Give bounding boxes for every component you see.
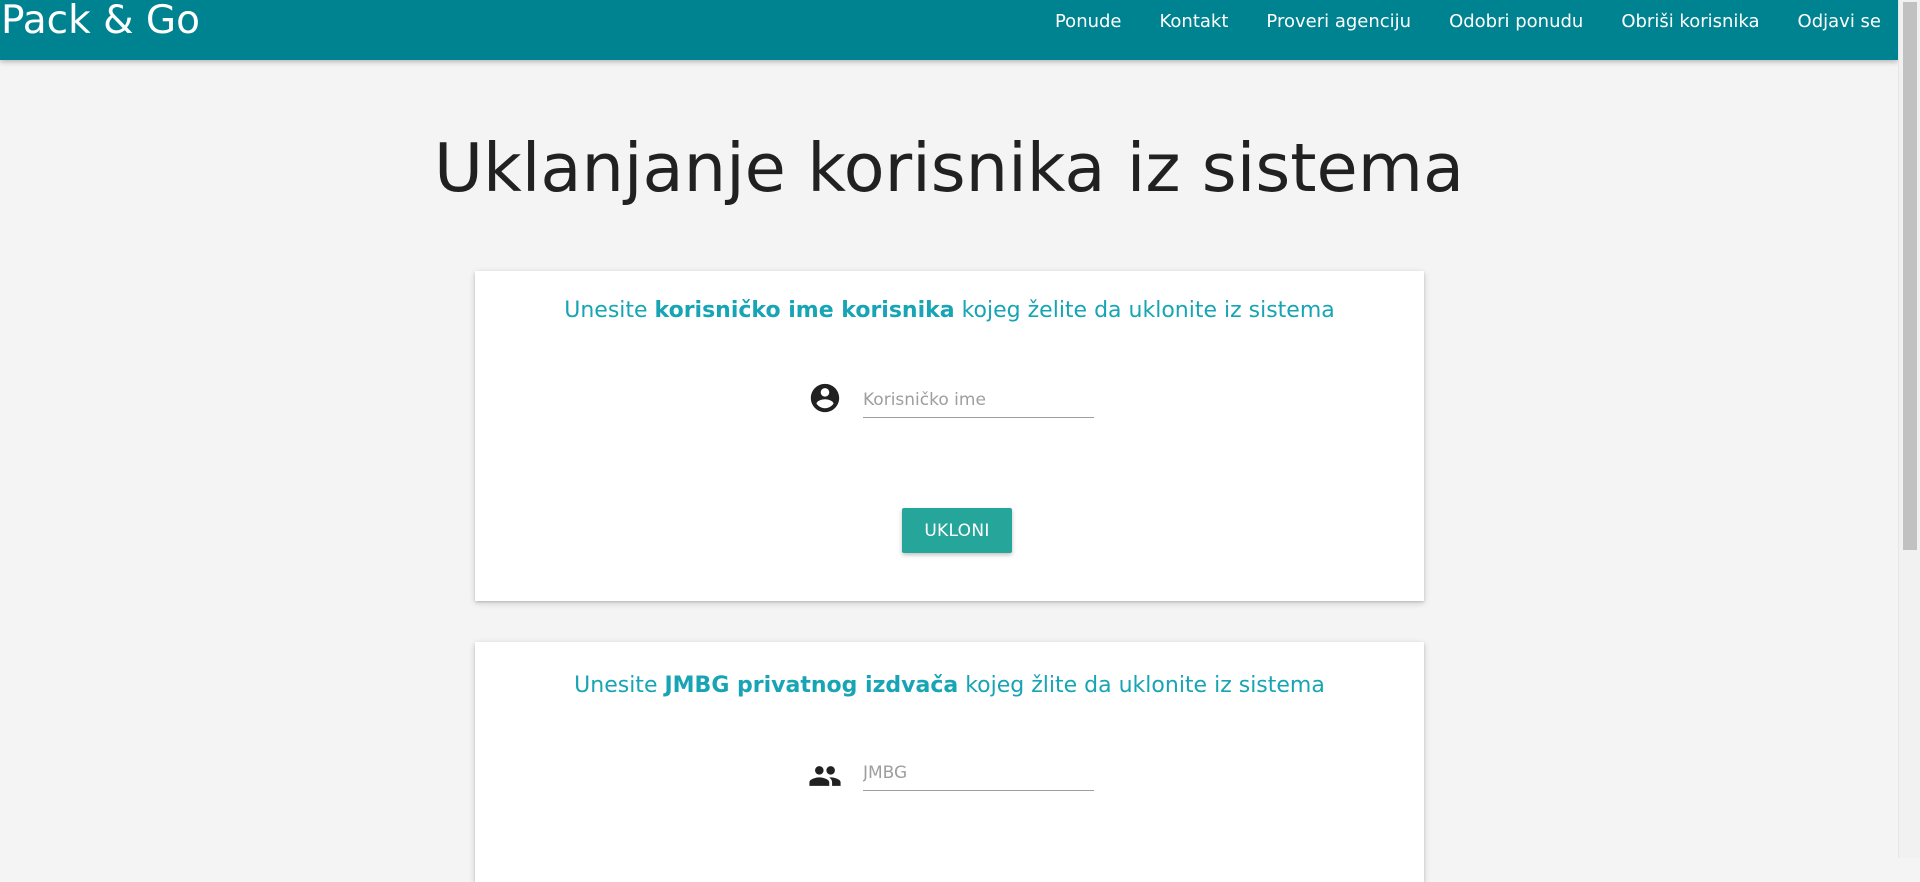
nav-link-ponude[interactable]: Ponude xyxy=(1055,10,1122,34)
jmbg-field xyxy=(863,757,1094,791)
username-card-heading: Unesite korisničko ime korisnika kojeg ž… xyxy=(475,297,1424,325)
remove-button[interactable]: UKLONI xyxy=(902,508,1012,553)
account-circle-icon xyxy=(808,381,842,415)
jmbg-card-heading: Unesite JMBG privatnog izdvača kojeg žli… xyxy=(475,672,1424,700)
nav-link-odobri-ponudu[interactable]: Odobri ponudu xyxy=(1449,10,1583,34)
username-input[interactable] xyxy=(863,384,1094,416)
heading-bold: korisničko ime korisnika xyxy=(654,298,955,323)
heading-bold: JMBG privatnog izdvača xyxy=(664,673,959,698)
nav-link-obrisi-korisnika[interactable]: Obriši korisnika xyxy=(1621,10,1759,34)
heading-prefix: Unesite xyxy=(574,673,665,698)
remove-by-jmbg-card: Unesite JMBG privatnog izdvača kojeg žli… xyxy=(475,642,1424,882)
jmbg-input[interactable] xyxy=(863,757,1094,789)
nav-link-kontakt[interactable]: Kontakt xyxy=(1160,10,1229,34)
nav-link-odjavi-se[interactable]: Odjavi se xyxy=(1798,10,1881,34)
nav-link-proveri-agenciju[interactable]: Proveri agenciju xyxy=(1266,10,1411,34)
people-icon xyxy=(808,759,842,793)
heading-prefix: Unesite xyxy=(564,298,655,323)
page-title: Uklanjanje korisnika iz sistema xyxy=(433,129,1465,207)
remove-by-username-card: Unesite korisničko ime korisnika kojeg ž… xyxy=(475,271,1424,601)
username-field xyxy=(863,384,1094,418)
heading-suffix: kojeg želite da uklonite iz sistema xyxy=(954,298,1335,323)
nav-links: Ponude Kontakt Proveri agenciju Odobri p… xyxy=(1017,10,1881,34)
brand-logo[interactable]: Pack & Go xyxy=(1,0,200,42)
scrollbar-thumb[interactable] xyxy=(1903,2,1917,550)
heading-suffix: kojeg žlite da uklonite iz sistema xyxy=(958,673,1325,698)
page-scrollbar[interactable] xyxy=(1898,0,1920,858)
top-navbar: Pack & Go Ponude Kontakt Proveri agencij… xyxy=(0,0,1898,60)
